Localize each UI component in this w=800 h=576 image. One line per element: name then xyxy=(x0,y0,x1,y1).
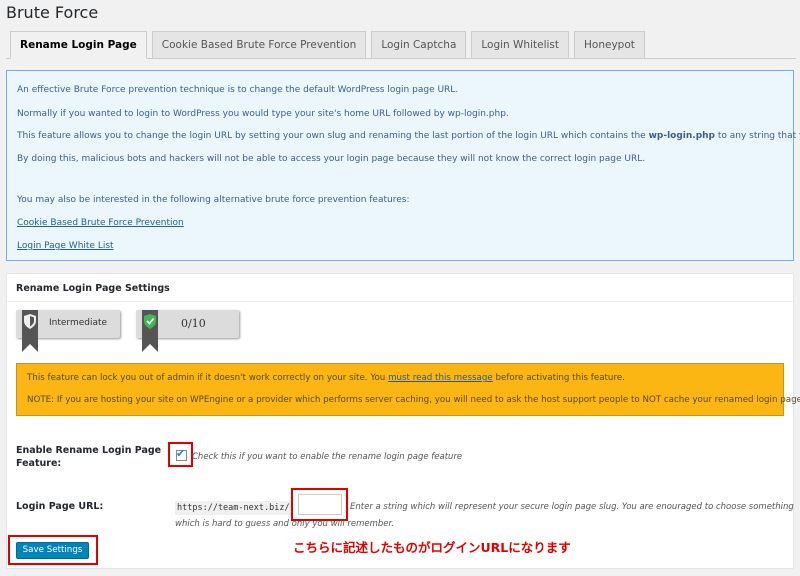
score-badge: 0/10 xyxy=(136,310,239,352)
info-line-3: This feature allows you to change the lo… xyxy=(17,131,800,141)
tab-rename-login-page[interactable]: Rename Login Page xyxy=(10,31,147,59)
save-button-highlight: Save Settings xyxy=(8,535,98,565)
warning-line: This feature can lock you out of admin i… xyxy=(27,373,625,383)
url-input-highlight xyxy=(291,488,348,521)
enable-feature-checkbox[interactable]: ✔ xyxy=(176,447,187,461)
login-url-description-2: which is hard to guess and only you will… xyxy=(175,519,394,529)
link-login-page-white-list[interactable]: Login Page White List xyxy=(17,241,114,251)
settings-panel: Rename Login Page Settings Intermediate … xyxy=(6,273,800,569)
info-line-3-bold: wp-login.php xyxy=(648,131,715,141)
link-cookie-based-brute-force[interactable]: Cookie Based Brute Force Prevention xyxy=(17,218,184,228)
warning-box: This feature can lock you out of admin i… xyxy=(16,363,800,416)
enable-feature-label-line-2: Feature: xyxy=(16,458,62,469)
tab-login-whitelist[interactable]: Login Whitelist xyxy=(471,31,570,58)
info-line-4: By doing this, malicious bots and hacker… xyxy=(17,154,646,164)
save-settings-button[interactable]: Save Settings xyxy=(16,542,89,559)
shield-icon xyxy=(22,310,38,352)
login-url-prefix: https://team-next.biz/ xyxy=(175,501,292,515)
annotation-note: こちらに記述したものがログインURLになります xyxy=(293,540,571,555)
warning-text-tail: before activating this feature. xyxy=(492,373,625,383)
must-read-message-link[interactable]: must read this message xyxy=(388,373,493,383)
info-line-3-tail: to any string that you like. xyxy=(717,131,800,141)
level-badge-label: Intermediate xyxy=(49,318,108,328)
tab-login-captcha[interactable]: Login Captcha xyxy=(371,31,467,58)
warning-note: NOTE: If you are hosting your site on WP… xyxy=(27,395,800,405)
settings-header: Rename Login Page Settings xyxy=(7,274,793,302)
settings-title: Rename Login Page Settings xyxy=(16,283,170,294)
enable-feature-label-line-1: Enable Rename Login Page xyxy=(16,445,162,456)
info-line-5: You may also be interested in the follow… xyxy=(17,195,410,205)
score-badge-label: 0/10 xyxy=(181,317,206,330)
enable-feature-description: Check this if you want to enable the ren… xyxy=(192,452,463,462)
info-line-2: Normally if you wanted to login to WordP… xyxy=(17,109,509,119)
login-url-description: Enter a string which will represent your… xyxy=(350,502,794,512)
warning-text: This feature can lock you out of admin i… xyxy=(27,373,389,383)
info-box: An effective Brute Force prevention tech… xyxy=(6,70,800,261)
info-line-3-text: This feature allows you to change the lo… xyxy=(17,131,649,141)
tab-honeypot[interactable]: Honeypot xyxy=(574,31,645,58)
tab-cookie-based-brute-force[interactable]: Cookie Based Brute Force Prevention xyxy=(151,31,367,58)
enable-feature-label: Enable Rename Login Page Feature: xyxy=(16,444,161,470)
shield-check-icon xyxy=(142,310,158,352)
login-url-label: Login Page URL: xyxy=(16,501,104,512)
login-url-slug-input[interactable] xyxy=(298,494,342,515)
tab-bar: Rename Login Page Cookie Based Brute For… xyxy=(10,31,650,59)
checkmark-icon: ✔ xyxy=(176,447,186,460)
page-title: Brute Force xyxy=(6,3,99,22)
info-line-1: An effective Brute Force prevention tech… xyxy=(17,85,459,95)
checkbox-highlight: ✔ xyxy=(168,442,193,467)
level-badge: Intermediate xyxy=(16,310,120,352)
